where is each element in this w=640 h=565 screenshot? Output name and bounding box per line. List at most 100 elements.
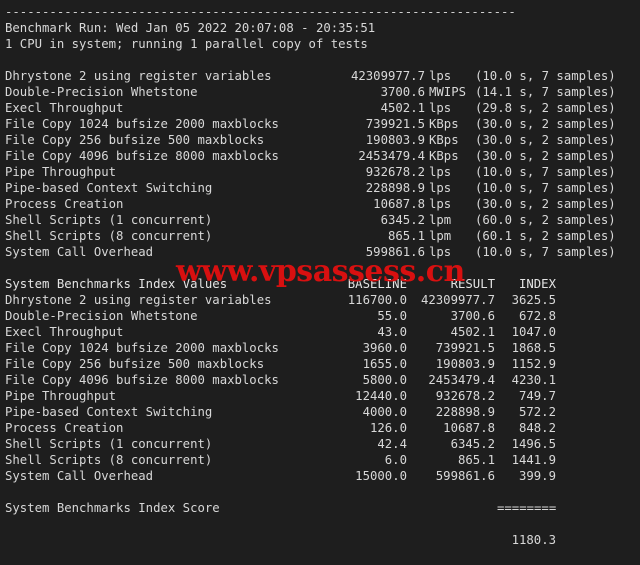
index-result-value: 42309977.7 <box>420 293 495 307</box>
index-value-row: Dhrystone 2 using register variables 1167… <box>5 292 640 308</box>
benchmark-samples: (10.0 s, 7 samples) <box>475 245 616 259</box>
benchmark-samples: (30.0 s, 2 samples) <box>475 197 616 211</box>
index-score-value-cell: 3625.5 <box>511 293 556 307</box>
benchmark-result-row: System Call Overhead 599861.6 lps (10.0 s, … <box>5 244 640 260</box>
index-benchmark-name: Pipe Throughput <box>5 389 117 403</box>
benchmark-results-list: Dhrystone 2 using register variables 4230… <box>5 68 640 260</box>
index-result-value: 4502.1 <box>450 325 495 339</box>
benchmark-result-row: Pipe-based Context Switching 228898.9 lps(… <box>5 180 640 196</box>
benchmark-samples: (29.8 s, 2 samples) <box>475 101 616 115</box>
benchmark-result-row: Shell Scripts (1 concurrent) 6345.2 lpm (60… <box>5 212 640 228</box>
benchmark-name: Process Creation <box>5 197 124 211</box>
index-baseline-value: 4000.0 <box>362 405 407 419</box>
benchmark-samples: (10.0 s, 7 samples) <box>475 165 616 179</box>
benchmark-result-row: Process Creation 10687.8 lps (30.0 s, 2 sam… <box>5 196 640 212</box>
index-values-list: Dhrystone 2 using register variables 1167… <box>5 292 640 484</box>
benchmark-unit: lps <box>429 69 452 83</box>
benchmark-unit: KBps <box>429 133 459 147</box>
index-baseline-value: 6.0 <box>384 453 407 467</box>
benchmark-value: 739921.5 <box>365 117 425 131</box>
index-value-row: Pipe-based Context Switching 4000.0 228898… <box>5 404 640 420</box>
index-score-label: System Benchmarks Index Score <box>5 501 220 515</box>
benchmark-samples: (30.0 s, 2 samples) <box>475 149 616 163</box>
benchmark-samples: (30.0 s, 2 samples) <box>475 117 616 131</box>
index-value-row: System Call Overhead 15000.0 599861.6 399.9 <box>5 468 640 484</box>
index-baseline-value: 12440.0 <box>355 389 407 403</box>
index-score-value-cell: 572.2 <box>518 405 556 419</box>
benchmark-samples: (10.0 s, 7 samples) <box>475 181 616 195</box>
column-header-baseline: BASELINE <box>347 277 407 291</box>
index-value-row: Process Creation 126.0 10687.8 848.2 <box>5 420 640 436</box>
benchmark-result-row: Pipe Throughput 932678.2 lps (10.0 s, 7 sam… <box>5 164 640 180</box>
index-score-value-cell: 1868.5 <box>511 341 556 355</box>
index-baseline-value: 5800.0 <box>362 373 407 387</box>
index-result-value: 228898.9 <box>435 405 495 419</box>
index-benchmark-name: Process Creation <box>5 421 124 435</box>
index-benchmark-name: Double-Precision Whetstone <box>5 309 198 323</box>
index-result-value: 10687.8 <box>443 421 495 435</box>
index-baseline-value: 15000.0 <box>355 469 407 483</box>
benchmark-unit: MWIPS <box>429 85 467 99</box>
index-score-value-cell: 1496.5 <box>511 437 556 451</box>
index-score-row: System Benchmarks Index Score 1180.3 <box>5 500 640 547</box>
benchmark-value: 190803.9 <box>365 133 425 147</box>
benchmark-unit: lps <box>429 165 452 179</box>
benchmark-unit: lpm <box>429 213 452 227</box>
top-rule: ----------------------------------------… <box>5 5 516 19</box>
index-value-row: File Copy 4096 bufsize 8000 maxblocks 580… <box>5 372 640 388</box>
benchmark-name: Pipe Throughput <box>5 165 117 179</box>
index-benchmark-name: Shell Scripts (1 concurrent) <box>5 437 213 451</box>
benchmark-value: 932678.2 <box>365 165 425 179</box>
benchmark-value: 6345.2 <box>380 213 425 227</box>
benchmark-result-row: Dhrystone 2 using register variables 4230… <box>5 68 640 84</box>
index-score-value-cell: 848.2 <box>518 421 556 435</box>
index-result-value: 739921.5 <box>435 341 495 355</box>
benchmark-result-row: File Copy 4096 bufsize 8000 maxblocks 245… <box>5 148 640 164</box>
index-value-row: Shell Scripts (8 concurrent) 6.0 865.1 1441… <box>5 452 640 468</box>
index-result-value: 932678.2 <box>435 389 495 403</box>
index-result-value: 190803.9 <box>435 357 495 371</box>
index-result-value: 865.1 <box>457 453 495 467</box>
benchmark-result-row: File Copy 1024 bufsize 2000 maxblocks 739… <box>5 116 640 132</box>
benchmark-samples: (60.0 s, 2 samples) <box>475 213 616 227</box>
benchmark-result-row: File Copy 256 bufsize 500 maxblocks 19080… <box>5 132 640 148</box>
index-benchmark-name: Shell Scripts (8 concurrent) <box>5 453 213 467</box>
index-benchmark-name: Pipe-based Context Switching <box>5 405 213 419</box>
index-value-row: Pipe Throughput 12440.0 932678.2 749.7 <box>5 388 640 404</box>
benchmark-samples: (60.1 s, 2 samples) <box>475 229 616 243</box>
cpu-info-line: 1 CPU in system; running 1 parallel copy… <box>5 37 368 51</box>
index-baseline-value: 42.4 <box>377 437 407 451</box>
benchmark-run-header: Benchmark Run: Wed Jan 05 2022 20:07:08 … <box>5 21 376 35</box>
benchmark-value: 599861.6 <box>365 245 425 259</box>
index-result-value: 2453479.4 <box>428 373 495 387</box>
column-header-result: RESULT <box>450 277 495 291</box>
benchmark-value: 2453479.4 <box>358 149 425 163</box>
benchmark-name: System Call Overhead <box>5 245 154 259</box>
index-value-row: Double-Precision Whetstone 55.0 3700.6 672.… <box>5 308 640 324</box>
benchmark-value: 42309977.7 <box>350 69 425 83</box>
index-score-value-cell: 399.9 <box>518 469 556 483</box>
benchmark-result-row: Double-Precision Whetstone 3700.6 MWIPS (14… <box>5 84 640 100</box>
index-benchmark-name: System Call Overhead <box>5 469 154 483</box>
index-table-header-row: System Benchmarks Index Values BASELINE … <box>5 276 640 292</box>
index-benchmark-name: Execl Throughput <box>5 325 124 339</box>
index-result-value: 599861.6 <box>435 469 495 483</box>
benchmark-unit: lps <box>429 245 452 259</box>
index-value-row: File Copy 256 bufsize 500 maxblocks 1655.… <box>5 356 640 372</box>
index-baseline-value: 116700.0 <box>347 293 407 307</box>
index-baseline-value: 43.0 <box>377 325 407 339</box>
score-separator-row: ======== <box>5 484 640 515</box>
index-baseline-value: 3960.0 <box>362 341 407 355</box>
benchmark-samples: (30.0 s, 2 samples) <box>475 133 616 147</box>
benchmark-unit: lps <box>429 101 452 115</box>
benchmark-samples: (10.0 s, 7 samples) <box>475 69 616 83</box>
benchmark-unit: KBps <box>429 117 459 131</box>
index-result-value: 6345.2 <box>450 437 495 451</box>
benchmark-value: 4502.1 <box>380 101 425 115</box>
benchmark-unit: lps <box>429 197 452 211</box>
index-score-value-cell: 672.8 <box>518 309 556 323</box>
column-header-index: INDEX <box>518 277 556 291</box>
index-score-value-cell: 1047.0 <box>511 325 556 339</box>
